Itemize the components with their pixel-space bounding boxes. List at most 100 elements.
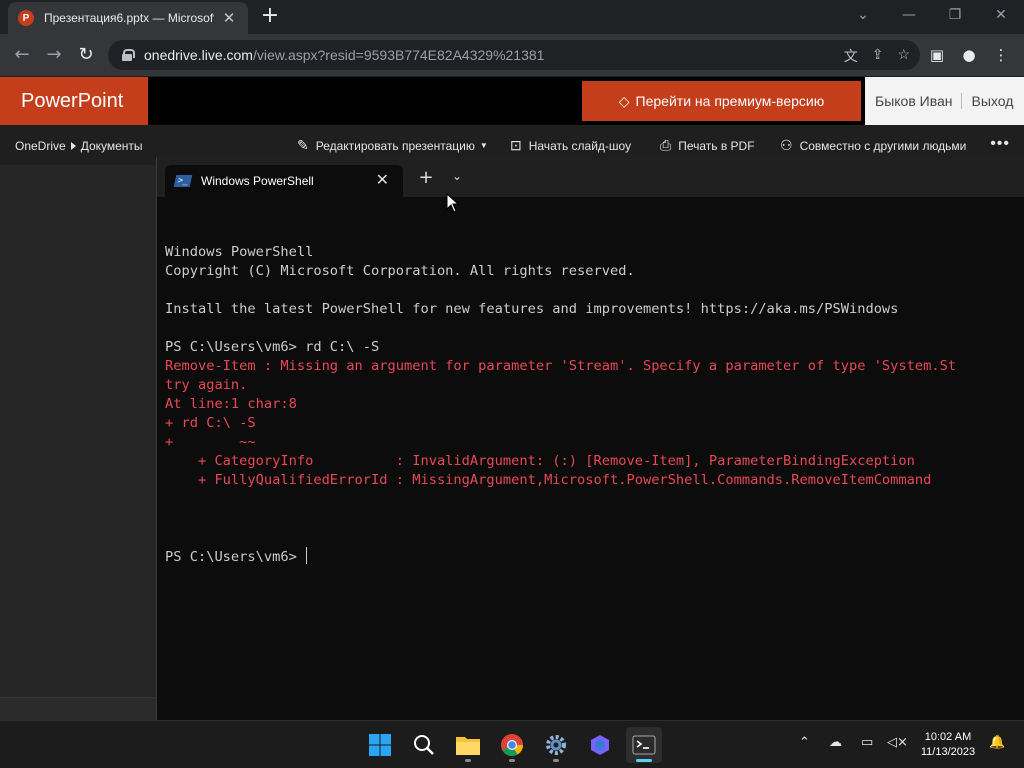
- address-bar[interactable]: onedrive.live.com/view.aspx?resid=9593B7…: [108, 40, 920, 70]
- terminal-prompt-line: PS C:\Users\vm6>: [165, 547, 1024, 566]
- screen: P Презентация6.pptx — Microsoft ✕ + ⌄ — …: [0, 0, 1024, 768]
- gear-icon: [546, 735, 566, 755]
- cloud-offline-icon[interactable]: ☁: [829, 735, 842, 750]
- terminal-line: Install the latest PowerShell for new fe…: [165, 301, 899, 317]
- profile-icon[interactable]: ●: [958, 44, 980, 66]
- logout-link[interactable]: Выход: [962, 93, 1014, 109]
- terminal-output[interactable]: Windows PowerShell Copyright (C) Microsof…: [165, 205, 1024, 715]
- restore-window-button[interactable]: ❐: [932, 0, 978, 30]
- printer-icon: ⎙: [660, 137, 672, 153]
- reload-button[interactable]: ↻: [74, 43, 98, 67]
- chevron-down-icon: ▼: [479, 141, 488, 150]
- translate-icon[interactable]: 文: [844, 46, 858, 66]
- forward-button[interactable]: →: [42, 43, 66, 67]
- terminal-line: try again.: [165, 377, 248, 393]
- text-cursor: [306, 547, 308, 564]
- chrome-button[interactable]: [494, 727, 530, 763]
- premium-label: Перейти на премиум-версию: [635, 93, 825, 109]
- minimize-window-button[interactable]: —: [886, 0, 932, 30]
- terminal-line: Remove-Item : Missing an argument for pa…: [165, 358, 957, 374]
- copilot-icon: [591, 735, 609, 755]
- more-options-icon[interactable]: •••: [990, 135, 1010, 153]
- start-button[interactable]: [362, 727, 398, 763]
- browser-tab[interactable]: P Презентация6.pptx — Microsoft ✕: [8, 2, 248, 34]
- clock[interactable]: 10:02 AM 11/13/2023: [916, 730, 980, 760]
- running-indicator: [509, 759, 515, 762]
- share-button[interactable]: ⚇ Совместно с другими людьми: [780, 137, 966, 154]
- start-slideshow-label: Начать слайд-шоу: [528, 138, 632, 153]
- back-button[interactable]: ←: [10, 43, 34, 67]
- terminal-tabbar: >_ Windows PowerShell ✕ + ⌄: [157, 157, 1024, 197]
- close-tab-icon[interactable]: ✕: [220, 9, 238, 27]
- terminal-line: At line:1 char:8: [165, 396, 297, 412]
- new-terminal-tab-button[interactable]: +: [416, 167, 436, 188]
- breadcrumb: OneDrive Документы: [15, 139, 143, 153]
- print-pdf-button[interactable]: ⎙ Печать в PDF: [660, 137, 755, 154]
- edit-presentation-button[interactable]: ✎ Редактировать презентацию ▼: [297, 137, 488, 154]
- browser-titlebar: P Презентация6.pptx — Microsoft ✕ + ⌄ — …: [0, 0, 1024, 34]
- add-person-icon: ⚇: [780, 137, 793, 153]
- terminal-line: + rd C:\ -S: [165, 415, 256, 431]
- terminal-line: + ~~: [165, 434, 256, 450]
- search-button[interactable]: [406, 727, 442, 763]
- close-window-button[interactable]: ✕: [978, 0, 1024, 30]
- show-hidden-icons-chevron-icon[interactable]: ⌃: [799, 735, 810, 750]
- terminal-icon: [632, 735, 656, 755]
- breadcrumb-documents[interactable]: Документы: [81, 139, 143, 153]
- terminal-tab-title: Windows PowerShell: [201, 174, 314, 188]
- speaker-muted-icon[interactable]: ◁×: [887, 735, 908, 750]
- powerpoint-favicon-icon: P: [18, 10, 34, 26]
- mouse-pointer-icon: [446, 193, 460, 213]
- terminal-window: >_ Windows PowerShell ✕ + ⌄ Windows Powe…: [156, 157, 1024, 720]
- close-terminal-tab-icon[interactable]: ✕: [376, 170, 389, 189]
- running-indicator: [465, 759, 471, 762]
- breadcrumb-onedrive[interactable]: OneDrive: [15, 139, 66, 153]
- user-name[interactable]: Быков Иван: [865, 93, 962, 109]
- settings-button[interactable]: [538, 727, 574, 763]
- edit-presentation-label: Редактировать презентацию: [315, 138, 475, 153]
- windows-taskbar: ⌃ ☁ ▭ ◁× 10:02 AM 11/13/2023 🔔: [0, 720, 1024, 768]
- notification-bell-icon[interactable]: 🔔: [989, 735, 1005, 750]
- url-host: onedrive.live.com: [144, 47, 253, 63]
- terminal-lines: Windows PowerShell Copyright (C) Microsof…: [165, 243, 1024, 509]
- start-slideshow-button[interactable]: ⊡ Начать слайд-шоу: [510, 137, 631, 154]
- browser-toolbar: ← → ↻ onedrive.live.com/view.aspx?resid=…: [0, 34, 1024, 76]
- clock-date: 11/13/2023: [920, 746, 976, 758]
- terminal-line: + CategoryInfo : InvalidArgument: (:) [R…: [165, 453, 915, 469]
- share-label: Совместно с другими людьми: [799, 138, 967, 153]
- folder-icon: [456, 737, 480, 755]
- url-path: /view.aspx?resid=9593B774E82A4329%21381: [252, 47, 545, 63]
- terminal-prompt: PS C:\Users\vm6>: [165, 549, 306, 565]
- lock-icon: [122, 49, 135, 61]
- print-pdf-label: Печать в PDF: [678, 138, 755, 153]
- terminal-line: + FullyQualifiedErrorId : MissingArgumen…: [165, 472, 932, 488]
- terminal-tab[interactable]: >_ Windows PowerShell ✕: [165, 165, 403, 197]
- windows-logo-icon: [369, 734, 391, 756]
- clock-time: 10:02 AM: [924, 731, 972, 743]
- file-explorer-button[interactable]: [450, 727, 486, 763]
- active-indicator: [636, 759, 652, 762]
- new-tab-button[interactable]: +: [258, 5, 282, 29]
- bookmark-star-icon[interactable]: ☆: [897, 46, 910, 66]
- premium-button[interactable]: ◇ Перейти на премиум-версию: [582, 81, 861, 121]
- copilot-button[interactable]: [582, 727, 618, 763]
- monitor-icon[interactable]: ▭: [861, 735, 873, 750]
- terminal-line: PS C:\Users\vm6> rd C:\ -S: [165, 339, 380, 355]
- powerpoint-brand[interactable]: PowerPoint: [0, 77, 148, 125]
- diamond-icon: ◇: [618, 92, 630, 109]
- running-indicator: [553, 759, 559, 762]
- browser-menu-icon[interactable]: ⋮: [990, 44, 1012, 66]
- address-bar-actions: 文 ⇪ ☆: [844, 46, 910, 66]
- share-icon[interactable]: ⇪: [872, 46, 884, 66]
- terminal-dropdown-chevron-icon[interactable]: ⌄: [450, 169, 464, 183]
- tab-search-icon[interactable]: ⌄: [840, 0, 886, 30]
- terminal-taskbar-button[interactable]: [626, 727, 662, 763]
- terminal-line: Copyright (C) Microsoft Corporation. All…: [165, 263, 635, 279]
- chrome-icon: [501, 734, 523, 756]
- powershell-icon: >_: [173, 175, 193, 187]
- side-panel-icon[interactable]: ▣: [926, 44, 948, 66]
- viewer-status-strip: [0, 697, 156, 720]
- pencil-icon: ✎: [297, 137, 309, 153]
